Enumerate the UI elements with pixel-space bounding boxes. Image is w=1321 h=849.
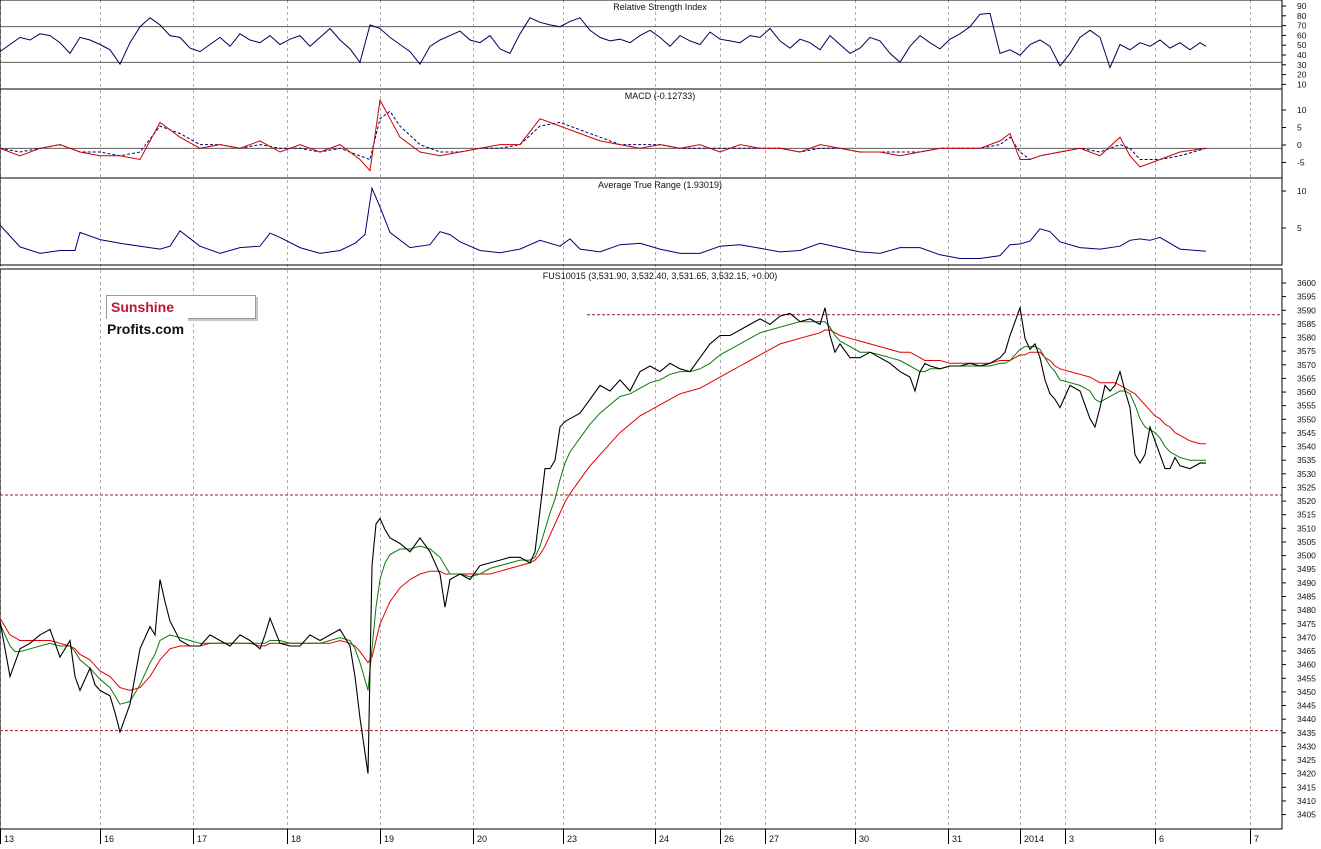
y-tick-label: 3550 <box>1297 414 1316 424</box>
y-tick-label: 3505 <box>1297 537 1316 547</box>
logo-part-profits: Profits.com <box>107 318 189 340</box>
y-tick-label: 3495 <box>1297 564 1316 574</box>
y-tick-label: 3590 <box>1297 305 1316 315</box>
y-tick-label: 50 <box>1297 40 1307 50</box>
y-tick-label: 20 <box>1297 70 1307 80</box>
y-tick-label: 3510 <box>1297 523 1316 533</box>
x-tick-label: 16 <box>104 834 114 844</box>
x-tick-label: 19 <box>384 834 394 844</box>
x-tick-label: 24 <box>659 834 669 844</box>
y-tick-label: 3500 <box>1297 551 1316 561</box>
y-tick-label: 3540 <box>1297 442 1316 452</box>
y-tick-label: 3575 <box>1297 346 1316 356</box>
x-tick-label: 30 <box>859 834 869 844</box>
y-tick-label: 3440 <box>1297 714 1316 724</box>
y-tick-label: 90 <box>1297 1 1307 11</box>
y-tick-label: 5 <box>1297 123 1302 133</box>
y-tick-label: 3545 <box>1297 428 1316 438</box>
y-tick-label: 3455 <box>1297 673 1316 683</box>
y-tick-label: 5 <box>1297 223 1302 233</box>
y-tick-label: 0 <box>1297 140 1302 150</box>
y-tick-label: 3485 <box>1297 591 1316 601</box>
x-tick-label: 3 <box>1069 834 1074 844</box>
y-tick-label: 3600 <box>1297 278 1316 288</box>
y-tick-label: 3555 <box>1297 401 1316 411</box>
y-tick-label: 3420 <box>1297 769 1316 779</box>
y-tick-label: 3530 <box>1297 469 1316 479</box>
x-tick-label: 7 <box>1254 834 1259 844</box>
y-tick-label: 3450 <box>1297 687 1316 697</box>
y-tick-label: 3470 <box>1297 632 1316 642</box>
y-tick-label: 3435 <box>1297 728 1316 738</box>
x-tick-label: 13 <box>4 834 14 844</box>
y-tick-label: 3535 <box>1297 455 1316 465</box>
y-tick-label: 3425 <box>1297 755 1316 765</box>
logo-part-sunshine: Sunshine <box>107 296 177 318</box>
x-tick-label: 18 <box>291 834 301 844</box>
x-tick-label: 27 <box>769 834 779 844</box>
y-tick-label: 3560 <box>1297 387 1316 397</box>
y-tick-label: 3415 <box>1297 782 1316 792</box>
y-tick-label: 3475 <box>1297 619 1316 629</box>
y-tick-label: 3520 <box>1297 496 1316 506</box>
y-tick-label: 40 <box>1297 50 1307 60</box>
y-tick-label: 3445 <box>1297 701 1316 711</box>
y-tick-label: 3525 <box>1297 482 1316 492</box>
x-tick-label: 31 <box>952 834 962 844</box>
y-tick-label: 3460 <box>1297 660 1316 670</box>
chart-svg: Relative Strength Index 90807060504030201… <box>0 0 1321 844</box>
chart-root: Relative Strength Index 90 80 70 60 50 40 30 20 1… <box>0 0 1321 844</box>
x-tick-label: 20 <box>477 834 487 844</box>
y-tick-label: -5 <box>1297 158 1305 168</box>
y-tick-label: 3565 <box>1297 373 1316 383</box>
y-tick-label: 3580 <box>1297 333 1316 343</box>
y-tick-label: 3490 <box>1297 578 1316 588</box>
y-tick-label: 10 <box>1297 186 1307 196</box>
panel-title: FUS10015 (3,531.90, 3,532.40, 3,531.65, … <box>543 271 777 281</box>
panel-title: Average True Range (1.93019) <box>598 180 722 190</box>
y-tick-label: 70 <box>1297 21 1307 31</box>
y-tick-label: 3595 <box>1297 292 1316 302</box>
y-tick-label: 30 <box>1297 60 1307 70</box>
x-tick-label: 2014 <box>1024 834 1044 844</box>
y-tick-label: 3465 <box>1297 646 1316 656</box>
y-tick-label: 3515 <box>1297 510 1316 520</box>
panel-title: MACD (-0.12733) <box>625 91 696 101</box>
y-tick-label: 3405 <box>1297 810 1316 820</box>
x-tick-label: 23 <box>567 834 577 844</box>
x-tick-label: 17 <box>197 834 207 844</box>
y-tick-label: 80 <box>1297 11 1307 21</box>
sunshine-profits-logo: SunshineProfits.com <box>106 295 256 340</box>
y-tick-label: 10 <box>1297 105 1307 115</box>
y-tick-label: 3410 <box>1297 796 1316 806</box>
x-tick-label: 6 <box>1159 834 1164 844</box>
y-tick-label: 3570 <box>1297 360 1316 370</box>
y-tick-label: 3480 <box>1297 605 1316 615</box>
x-tick-label: 26 <box>724 834 734 844</box>
y-tick-label: 10 <box>1297 79 1307 89</box>
panel-title: Relative Strength Index <box>613 2 707 12</box>
y-tick-label: 60 <box>1297 30 1307 40</box>
y-tick-label: 3585 <box>1297 319 1316 329</box>
y-tick-label: 3430 <box>1297 741 1316 751</box>
chart-background <box>0 0 1321 844</box>
